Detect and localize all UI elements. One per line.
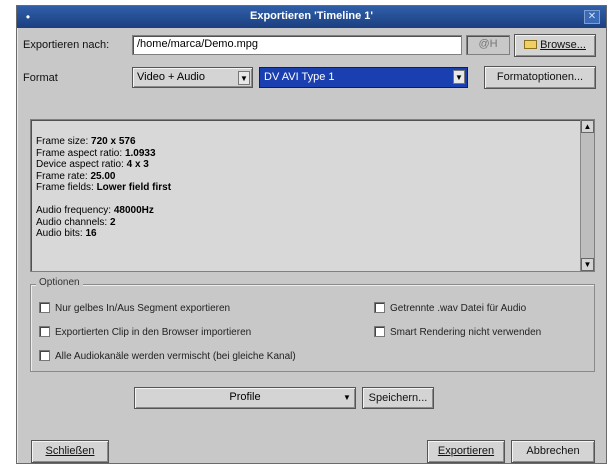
info-line-value: 48000Hz [113,205,154,216]
info-line-value: 1.0933 [124,147,156,159]
checkbox-label: Alle Audiokanäle werden vermischt (bei g… [55,351,296,362]
info-line: Frame size: 720 x 576 [36,136,171,148]
info-line-value: Lower field first [96,182,172,193]
info-line: Audio bits: 16 [36,228,171,240]
info-line-label: Device aspect ratio: [36,159,124,170]
checkbox-box[interactable] [39,302,50,313]
format-type-value: Video + Audio [137,71,205,83]
title-bar: • Exportieren 'Timeline 1' ✕ [17,6,606,28]
file-extension-field: @H [466,35,510,55]
close-button-label: Schließen [45,445,95,457]
cancel-button[interactable]: Abbrechen [511,440,595,463]
checkbox-box[interactable] [374,326,385,337]
info-line-value: 4 x 3 [126,159,149,170]
codec-value: DV AVI Type 1 [264,71,335,83]
folder-icon [524,40,538,49]
info-line-label: Frame rate: [36,170,88,182]
checkbox-no-smart-rendering[interactable]: Smart Rendering nicht verwenden [374,326,541,338]
checkbox-box[interactable] [374,302,385,313]
format-type-select[interactable]: Video + Audio ▼ [132,67,253,88]
info-line-value: 720 x 576 [91,136,136,147]
codec-select[interactable]: DV AVI Type 1 ▼ [259,67,468,88]
info-line: Frame fields: Lower field first [36,182,171,194]
chevron-down-icon: ▼ [238,71,250,85]
info-line-value: 25.00 [90,170,116,182]
export-info-panel: Frame size: 720 x 576 Frame aspect ratio:… [30,119,595,272]
close-window-icon[interactable]: ✕ [584,10,600,24]
checkbox-import-to-browser[interactable]: Exportierten Clip in den Browser importi… [39,326,251,338]
info-line: Device aspect ratio: 4 x 3 [36,159,171,171]
checkbox-box[interactable] [39,326,50,337]
chevron-down-icon: ▼ [343,393,351,402]
info-line-label: Frame aspect ratio: [36,147,123,159]
scroll-up-icon[interactable]: ▲ [581,120,594,133]
info-line-label: Frame fields: [36,182,94,193]
export-to-label: Exportieren nach: [23,39,110,51]
info-line-label: Audio bits: [36,228,83,239]
checkbox-mix-audio-channels[interactable]: Alle Audiokanäle werden vermischt (bei g… [39,350,296,362]
browse-button[interactable]: Browse... [514,34,596,57]
checkbox-label: Getrennte .wav Datei für Audio [390,303,527,314]
info-line-label: Frame size: [36,136,89,147]
export-path-input[interactable]: /home/marca/Demo.mpg [132,35,462,55]
checkbox-separate-wav[interactable]: Getrennte .wav Datei für Audio [374,302,526,314]
options-legend: Optionen [36,277,83,288]
info-line: Audio channels: 2 [36,217,171,229]
checkbox-label: Exportierten Clip in den Browser importi… [55,327,252,338]
export-dialog: • Exportieren 'Timeline 1' ✕ Exportieren… [16,5,607,464]
info-line-value: 2 [109,216,116,228]
browse-button-label: Browse... [540,39,586,51]
format-options-button[interactable]: Formatoptionen... [484,66,596,89]
format-label: Format [23,72,58,84]
save-profile-button[interactable]: Speichern... [362,387,434,409]
export-button-label: Exportieren [437,445,495,457]
checkbox-label: Smart Rendering nicht verwenden [390,327,542,338]
checkbox-box[interactable] [39,350,50,361]
close-button[interactable]: Schließen [31,440,109,463]
info-line-label: Audio channels: [36,216,108,228]
checkbox-label: Nur gelbes In/Aus Segment exportieren [55,303,231,314]
info-line: Frame rate: 25.00 [36,171,171,183]
info-line [36,194,171,206]
info-line: Audio frequency: 48000Hz [36,205,171,217]
info-line-value: 16 [85,228,97,239]
info-scrollbar[interactable]: ▲ ▼ [580,120,594,271]
scroll-down-icon[interactable]: ▼ [581,258,594,271]
info-line-label: Audio frequency: [36,205,112,216]
export-button[interactable]: Exportieren [427,440,505,463]
window-title: Exportieren 'Timeline 1' [249,10,373,22]
profile-value: Profile [229,391,261,403]
chevron-down-icon: ▼ [453,70,465,84]
info-lines: Frame size: 720 x 576 Frame aspect ratio:… [36,136,171,240]
profile-select[interactable]: Profile ▼ [134,387,356,409]
checkbox-export-yellow-segment[interactable]: Nur gelbes In/Aus Segment exportieren [39,302,230,314]
info-line: Frame aspect ratio: 1.0933 [36,148,171,160]
